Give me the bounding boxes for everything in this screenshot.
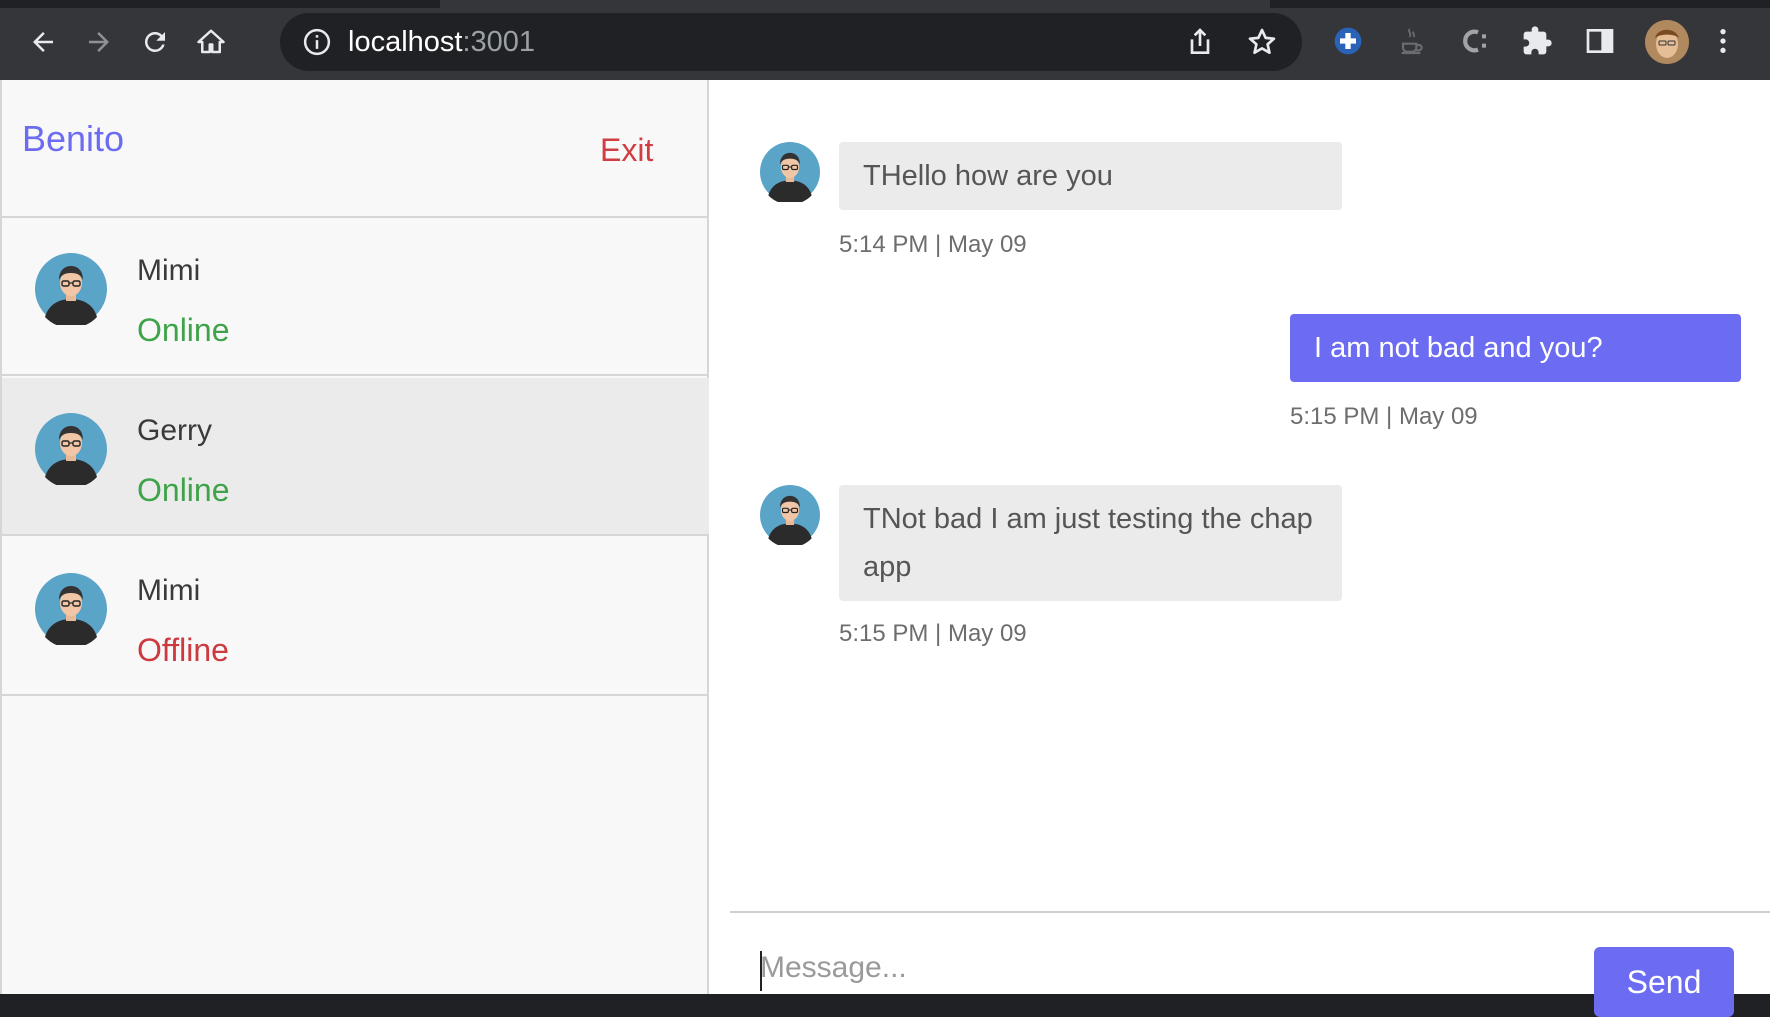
contact-name: Mimi — [137, 254, 201, 287]
message-timestamp: 5:15 PM | May 09 — [1290, 403, 1478, 430]
chat-panel: THello how are you 5:14 PM | May 09 I am… — [709, 80, 1770, 1017]
exit-button[interactable]: Exit — [600, 132, 653, 169]
arrow-right-icon — [89, 32, 109, 52]
extension-medical-cross[interactable] — [1329, 22, 1367, 60]
arrow-left-icon — [33, 32, 53, 52]
incoming-message-bubble: THello how are you — [839, 142, 1342, 210]
profile-avatar[interactable] — [1645, 20, 1689, 64]
send-button[interactable]: Send — [1594, 947, 1734, 1017]
contact-status: Online — [137, 472, 230, 508]
message-timestamp: 5:15 PM | May 09 — [839, 620, 1027, 647]
extensions-button[interactable] — [1518, 22, 1556, 60]
sender-avatar-icon — [760, 485, 820, 545]
home-icon — [197, 29, 225, 54]
message-timestamp: 5:14 PM | May 09 — [839, 231, 1027, 258]
browser-menu-button[interactable] — [1704, 22, 1742, 60]
extension-java[interactable] — [1392, 22, 1430, 60]
user-avatar-icon — [35, 253, 107, 325]
user-avatar-icon — [35, 573, 107, 645]
reload-icon — [144, 31, 165, 52]
incoming-message-bubble: TNot bad I am just testing the chap app — [839, 485, 1342, 601]
kebab-menu-icon — [1720, 29, 1726, 53]
tab-strip — [0, 0, 1770, 8]
contact-item[interactable]: Mimi Offline — [2, 538, 709, 696]
url-text: localhost:3001 — [348, 25, 535, 59]
share-icon[interactable] — [1184, 26, 1216, 58]
java-cup-icon — [1401, 28, 1423, 55]
info-icon[interactable] — [302, 27, 332, 57]
puzzle-icon — [1523, 26, 1552, 55]
reload-button[interactable] — [131, 18, 179, 66]
side-panel-button[interactable] — [1581, 22, 1619, 60]
browser-toolbar: localhost:3001 — [0, 0, 1770, 80]
contact-item[interactable]: Mimi Online — [2, 218, 709, 376]
chat-app: Benito Exit Mimi Online Gerry Online Mim… — [0, 80, 1770, 1017]
address-bar[interactable]: localhost:3001 — [280, 13, 1302, 71]
extension-c[interactable] — [1455, 22, 1493, 60]
contact-status: Online — [137, 312, 230, 348]
sender-avatar-icon — [760, 142, 820, 202]
message-composer: Send — [730, 911, 1770, 1017]
url-host: localhost — [348, 26, 463, 58]
home-button[interactable] — [187, 18, 235, 66]
active-tab-edge — [440, 0, 1270, 8]
message-input[interactable] — [760, 943, 1520, 993]
back-button[interactable] — [19, 18, 67, 66]
user-avatar-icon — [35, 413, 107, 485]
contacts-sidebar: Benito Exit Mimi Online Gerry Online Mim… — [0, 80, 709, 994]
star-icon[interactable] — [1246, 26, 1278, 58]
contact-status: Offline — [137, 632, 229, 668]
contact-name: Gerry — [137, 414, 212, 447]
side-panel-icon — [1586, 29, 1614, 53]
c-letter-icon — [1463, 29, 1486, 53]
contact-item[interactable]: Gerry Online — [2, 378, 709, 536]
current-user-name: Benito — [22, 118, 125, 159]
contact-name: Mimi — [137, 574, 201, 607]
profile-photo-icon — [1645, 20, 1689, 64]
sidebar-header: Benito Exit — [2, 80, 709, 218]
forward-button[interactable] — [75, 18, 123, 66]
url-port: :3001 — [462, 26, 536, 58]
medical-cross-icon — [1334, 27, 1362, 55]
outgoing-message-bubble: I am not bad and you? — [1290, 314, 1741, 382]
